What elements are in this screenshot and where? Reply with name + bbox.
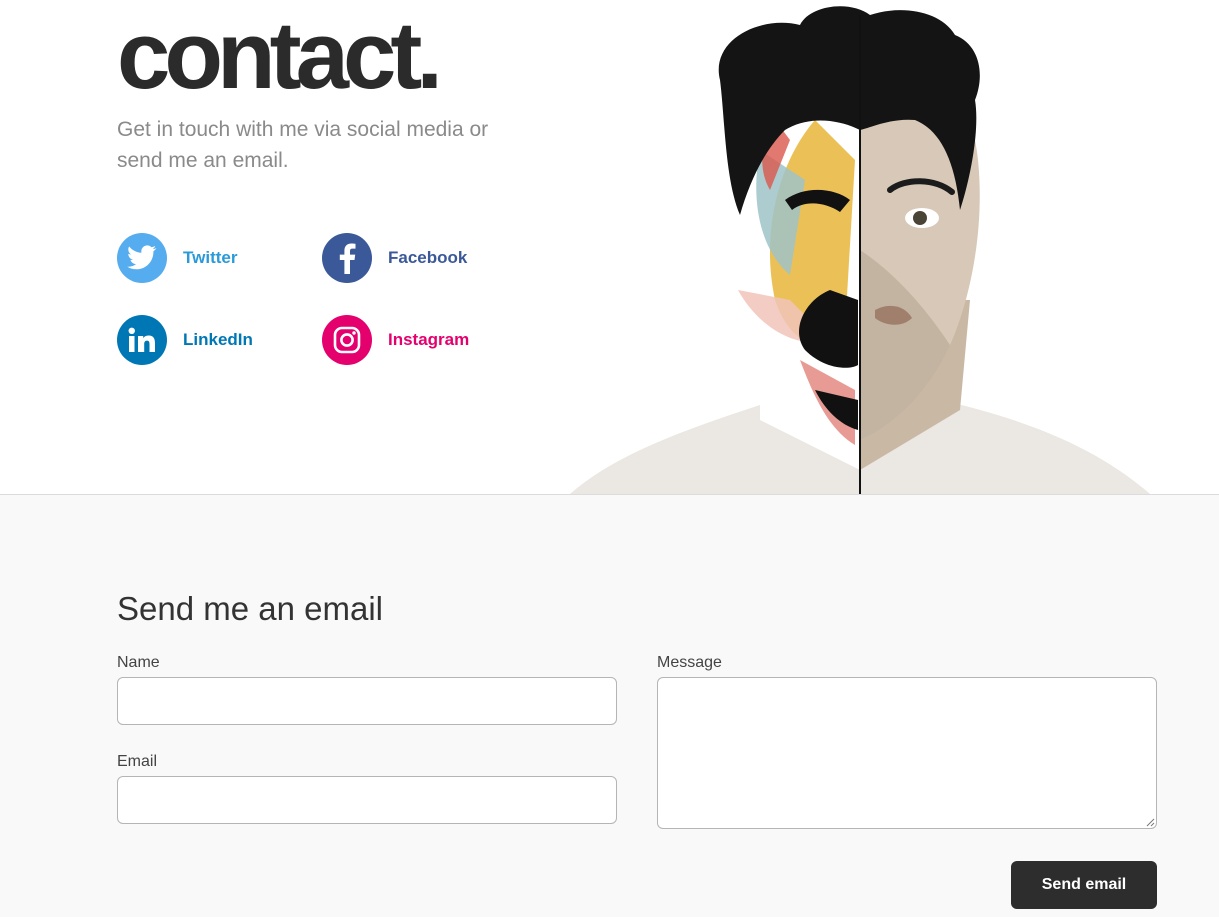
instagram-link[interactable]: Instagram [322,315,469,365]
message-label: Message [657,654,722,671]
twitter-link[interactable]: Twitter [117,233,237,283]
form-title: Send me an email [117,590,383,627]
name-label: Name [117,654,160,671]
name-input[interactable] [117,677,617,725]
page-title: contact. [117,2,443,109]
email-input[interactable] [117,776,617,824]
facebook-label: Facebook [388,248,468,267]
page-subtitle: Get in touch with me via social media or… [117,118,489,172]
message-textarea[interactable] [657,677,1157,829]
facebook-link[interactable]: Facebook [322,233,467,283]
send-email-button[interactable]: Send email [1011,861,1157,909]
linkedin-link[interactable]: LinkedIn [117,315,253,365]
linkedin-icon [117,315,167,365]
instagram-icon [322,315,372,365]
resize-grip-icon[interactable] [1145,817,1155,827]
email-label: Email [117,753,158,770]
linkedin-label: LinkedIn [183,330,253,349]
instagram-label: Instagram [388,330,470,349]
contact-hero: contact. Get in touch with me via social… [0,0,1219,495]
portrait-illustration [570,6,1150,494]
twitter-icon [117,233,167,283]
twitter-label: Twitter [183,248,238,267]
facebook-icon [322,233,372,283]
